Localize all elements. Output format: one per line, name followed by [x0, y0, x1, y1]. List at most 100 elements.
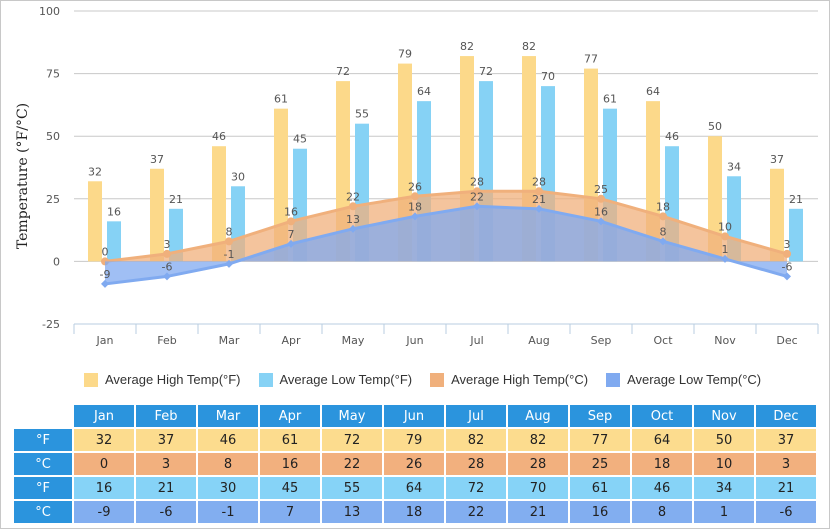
table-cell: 55 [322, 477, 382, 499]
table-cell: -6 [756, 501, 816, 523]
y-tick-label: 50 [46, 130, 60, 143]
data-label: 26 [408, 180, 422, 193]
temperature-table: Jan Feb Mar Apr May Jun Jul Aug Sep Oct Nov Dec °F 3… [12, 403, 818, 525]
y-tick-label: 75 [46, 68, 60, 81]
bar [88, 181, 102, 262]
data-point [659, 212, 667, 221]
table-cell: 50 [694, 429, 754, 451]
y-tick-label: 100 [39, 5, 60, 18]
legend-swatch [84, 372, 98, 387]
table-cell: 72 [322, 429, 382, 451]
table-cell: 22 [446, 501, 506, 523]
data-point [597, 194, 605, 203]
data-point [287, 217, 295, 226]
y-axis-label: Temperature (°F/°C) [15, 103, 31, 249]
x-tick-label: Apr [281, 334, 301, 347]
data-label: 46 [665, 130, 679, 143]
table-month-header: Mar [198, 405, 258, 427]
table-cell: 16 [74, 477, 134, 499]
data-label: -6 [782, 260, 793, 273]
data-point [349, 202, 357, 211]
table-month-header: Apr [260, 405, 320, 427]
data-label: 50 [708, 120, 722, 133]
table-cell: 21 [136, 477, 196, 499]
table-cell: 18 [384, 501, 444, 523]
data-label: 32 [88, 165, 102, 178]
data-label: 16 [107, 205, 121, 218]
table-month-header: May [322, 405, 382, 427]
data-point [783, 249, 791, 258]
data-label: 13 [346, 213, 360, 226]
data-label: -1 [224, 248, 235, 261]
x-tick-label: May [342, 334, 365, 347]
data-label: 8 [226, 225, 233, 238]
table-cell: 70 [508, 477, 568, 499]
legend-label: Average High Temp(°C) [451, 372, 589, 387]
table-cell: 18 [632, 453, 692, 475]
table-month-header: Nov [694, 405, 754, 427]
data-label: 28 [470, 175, 484, 188]
table-cell: 61 [260, 429, 320, 451]
data-point [411, 192, 419, 201]
legend-swatch [430, 372, 445, 387]
table-cell: 13 [322, 501, 382, 523]
data-label: 55 [355, 108, 369, 121]
data-label: 0 [102, 245, 109, 258]
table-cell: 82 [446, 429, 506, 451]
data-label: 21 [789, 193, 803, 206]
table-cell: 77 [570, 429, 630, 451]
table-cell: 22 [322, 453, 382, 475]
data-label: 79 [398, 48, 412, 61]
table-unit-cell: °F [14, 477, 72, 499]
table-cell: 3 [136, 453, 196, 475]
table-month-header: Jan [74, 405, 134, 427]
data-label: 72 [336, 65, 350, 78]
table-month-header: Jul [446, 405, 506, 427]
data-label: 72 [479, 65, 493, 78]
table-cell: 0 [74, 453, 134, 475]
table-cell: 16 [260, 453, 320, 475]
data-label: 82 [522, 40, 536, 53]
data-label: 1 [722, 243, 729, 256]
table-cell: 64 [632, 429, 692, 451]
legend-item-high-f[interactable]: Average High Temp(°F) [84, 372, 241, 387]
table-cell: 46 [198, 429, 258, 451]
data-label: 18 [408, 200, 422, 213]
table-cell: 28 [508, 453, 568, 475]
legend-item-low-f[interactable]: Average Low Temp(°F) [258, 372, 412, 387]
legend-item-high-c[interactable]: Average High Temp(°C) [430, 372, 588, 387]
data-label: 21 [169, 193, 183, 206]
table-cell: -1 [198, 501, 258, 523]
table-cell: 21 [756, 477, 816, 499]
table-cell: 16 [570, 501, 630, 523]
data-label: 34 [727, 160, 741, 173]
x-tick-label: Sep [591, 334, 612, 347]
legend-item-low-c[interactable]: Average Low Temp(°C) [606, 372, 761, 387]
table-cell: 10 [694, 453, 754, 475]
areas [101, 187, 791, 288]
data-label: 64 [417, 85, 431, 98]
data-label: 21 [532, 193, 546, 206]
data-point [225, 237, 233, 246]
table-cell: 37 [136, 429, 196, 451]
x-tick-label: Mar [219, 334, 240, 347]
table-month-header: Sep [570, 405, 630, 427]
table-cell: 45 [260, 477, 320, 499]
y-tick-label: 0 [53, 255, 60, 268]
x-axis: Jan Feb Mar Apr May Jun Jul Aug Sep Oct Nov Dec [73, 323, 819, 347]
table-header-row: Jan Feb Mar Apr May Jun Jul Aug Sep Oct Nov Dec [14, 405, 816, 427]
table-cell: 37 [756, 429, 816, 451]
data-label: 10 [718, 220, 732, 233]
table-body: °F 32 37 46 61 72 79 82 82 77 64 50 37 °C 0 3 8 16 22 26 28 2… [14, 429, 816, 523]
table-cell: 72 [446, 477, 506, 499]
table-cell: 34 [694, 477, 754, 499]
table-cell: 26 [384, 453, 444, 475]
table-cell: 30 [198, 477, 258, 499]
bar [150, 168, 164, 262]
table-cell: 7 [260, 501, 320, 523]
y-tick-label: -25 [42, 318, 60, 331]
data-label: 82 [460, 40, 474, 53]
table-cell: -9 [74, 501, 134, 523]
bar [770, 168, 784, 262]
y-axis-ticks: 100 75 50 25 0 -25 [39, 5, 60, 331]
